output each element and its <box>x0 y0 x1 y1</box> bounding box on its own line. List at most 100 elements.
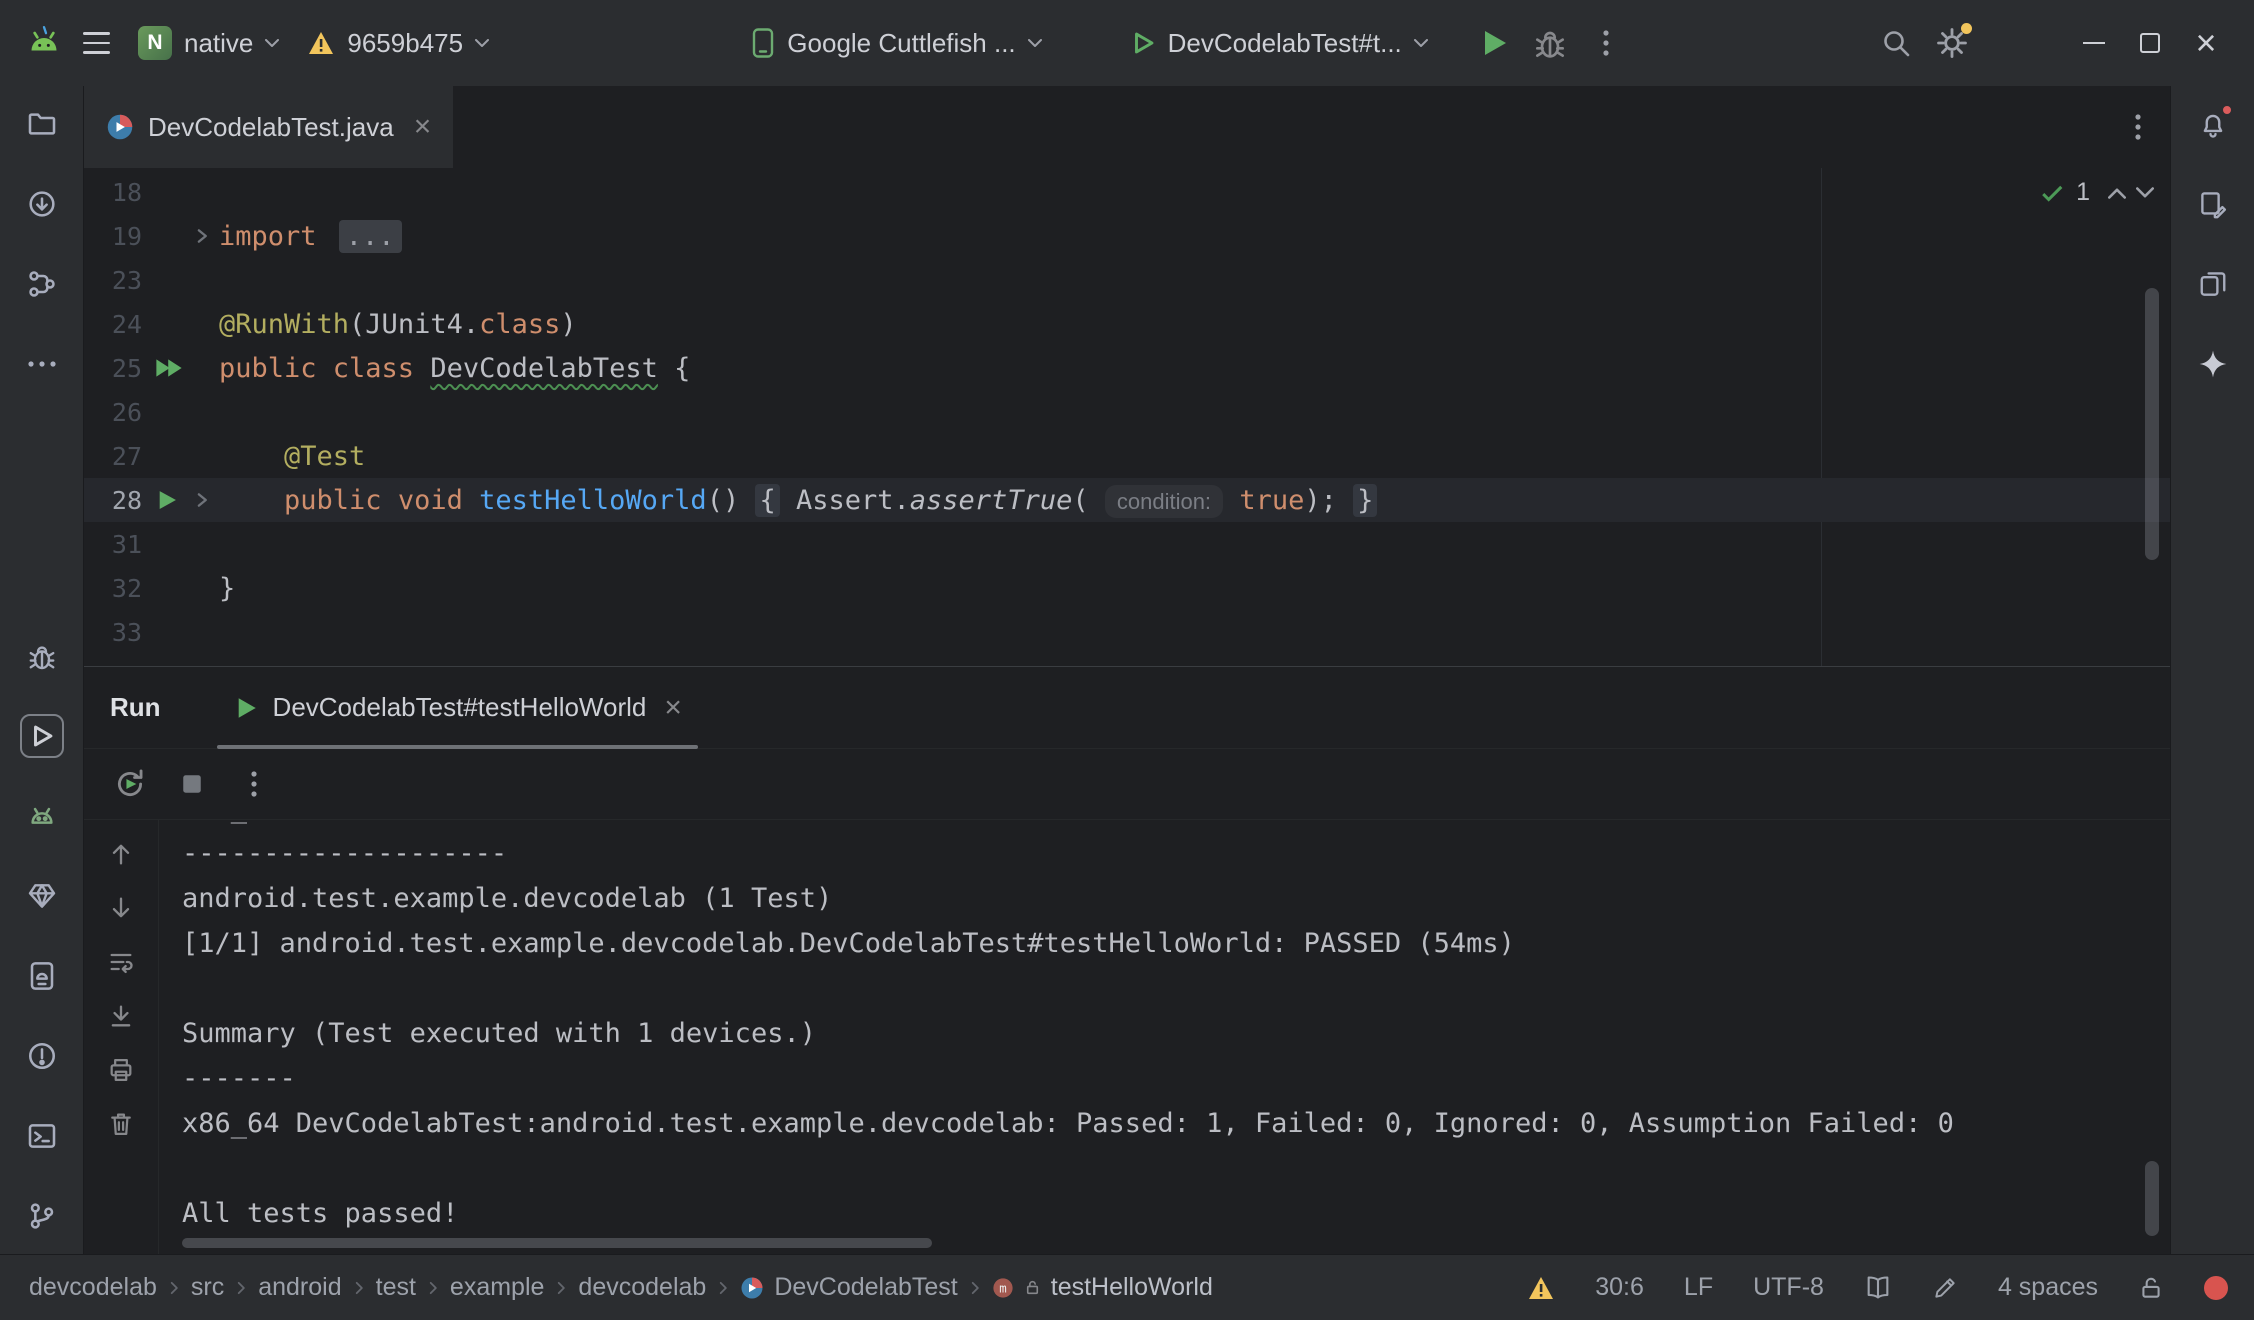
titlebar-center: Google Cuttlefish ... DevCodelabTest#t..… <box>737 15 1633 71</box>
error-notification-dot[interactable] <box>2204 1276 2228 1300</box>
down-stack-icon <box>107 894 135 922</box>
maximize-button[interactable] <box>2122 15 2178 71</box>
debug-button[interactable] <box>1522 15 1578 71</box>
version-control-tool-button[interactable] <box>20 1194 64 1238</box>
search-everywhere-button[interactable] <box>1868 15 1924 71</box>
line-separator[interactable]: LF <box>1684 1273 1713 1302</box>
editor-scrollbar[interactable] <box>2145 288 2159 560</box>
more-actions-button[interactable] <box>1578 15 1634 71</box>
code-line[interactable]: 28 public void testHelloWorld() { Assert… <box>84 478 2170 522</box>
code-line[interactable]: 31 <box>84 522 2170 566</box>
minimize-button[interactable] <box>2066 15 2122 71</box>
code-line[interactable]: 25public class DevCodelabTest { <box>84 346 2170 390</box>
project-widget[interactable]: N native <box>124 16 293 70</box>
profile-button[interactable] <box>1980 15 2036 71</box>
method-icon: m <box>992 1277 1014 1299</box>
caret-position[interactable]: 30:6 <box>1595 1273 1644 1302</box>
run-tab-play-icon <box>233 695 259 721</box>
running-devices-button[interactable] <box>2191 262 2235 306</box>
app-insights-tool-button[interactable] <box>20 874 64 918</box>
layout-inspector-button[interactable] <box>2191 182 2235 226</box>
next-problem-button[interactable] <box>2136 187 2154 199</box>
console-v-scrollbar[interactable] <box>2145 1161 2159 1236</box>
code-token: import <box>219 221 333 252</box>
main-menu-button[interactable] <box>68 15 124 71</box>
editor[interactable]: 1819import ... 23 24@RunWith(JUnit4.class)… <box>84 168 2170 666</box>
analysis-status-button[interactable] <box>1527 1275 1555 1301</box>
run-tab[interactable]: DevCodelabTest#testHelloWorld × <box>217 667 698 748</box>
scroll-to-end-button[interactable] <box>105 1000 137 1032</box>
notifications-button[interactable] <box>2191 102 2235 146</box>
breadcrumb-item[interactable]: example <box>450 1273 545 1302</box>
console-line: All tests passed! <box>182 1191 2170 1236</box>
console-more-button[interactable] <box>230 760 278 808</box>
code-line[interactable]: 23 <box>84 258 2170 302</box>
code-token: testHelloWorld <box>479 485 707 516</box>
code-line[interactable]: 32} <box>84 566 2170 610</box>
print-button[interactable] <box>105 1054 137 1086</box>
center-column: DevCodelabTest.java × 1819import ... 23 24… <box>84 86 2170 1254</box>
clear-console-icon <box>107 1110 135 1138</box>
soft-wrap-button[interactable] <box>105 946 137 978</box>
code-area[interactable]: 1819import ... 23 24@RunWith(JUnit4.class)… <box>84 170 2170 654</box>
run-gutter-icon[interactable] <box>154 355 184 381</box>
prev-problem-button[interactable] <box>2108 187 2126 199</box>
breadcrumb-item[interactable]: test <box>376 1273 416 1302</box>
down-stack-trace-button[interactable] <box>105 892 137 924</box>
reader-mode-button[interactable] <box>1864 1275 1892 1301</box>
run-tab-label: DevCodelabTest#testHelloWorld <box>273 692 647 723</box>
device-manager-tool-button[interactable] <box>20 954 64 998</box>
run-tab-close-icon[interactable]: × <box>664 693 682 723</box>
close-button[interactable]: × <box>2178 15 2234 71</box>
breadcrumb-item[interactable]: devcodelab <box>29 1273 157 1302</box>
indent-style[interactable]: 4 spaces <box>1998 1273 2098 1302</box>
breadcrumb-separator-icon <box>234 1280 248 1296</box>
code-line[interactable]: 26 <box>84 390 2170 434</box>
code-line[interactable]: 18 <box>84 170 2170 214</box>
more-tool-windows-button[interactable] <box>20 342 64 386</box>
fold-chevron-icon[interactable] <box>192 490 212 510</box>
highlighting-level-button[interactable] <box>1932 1275 1958 1301</box>
breadcrumb-item[interactable]: DevCodelabTest <box>774 1273 957 1302</box>
tab-close-icon[interactable]: × <box>414 112 432 142</box>
code-line[interactable]: 33 <box>84 610 2170 654</box>
problems-tool-button[interactable] <box>20 1034 64 1078</box>
run-tool-button[interactable] <box>20 714 64 758</box>
run-button[interactable] <box>1466 15 1522 71</box>
code-line[interactable]: 19import ... <box>84 214 2170 258</box>
stop-button[interactable] <box>168 760 216 808</box>
console-output[interactable]: x86_64 DevCodelabTest-------------------… <box>182 820 2170 1236</box>
commit-tool-button[interactable] <box>20 182 64 226</box>
editor-tab[interactable]: DevCodelabTest.java × <box>84 86 453 168</box>
device-selector[interactable]: Google Cuttlefish ... <box>737 17 1055 69</box>
terminal-tool-button[interactable] <box>20 1114 64 1158</box>
breadcrumb-item[interactable]: devcodelab <box>578 1273 706 1302</box>
rerun-button[interactable] <box>106 760 154 808</box>
breadcrumb-item[interactable]: testHelloWorld <box>1051 1273 1213 1302</box>
project-tool-button[interactable] <box>20 102 64 146</box>
statusbar: devcodelab src android test example devcodela… <box>0 1254 2254 1320</box>
code-line[interactable]: 24@RunWith(JUnit4.class) <box>84 302 2170 346</box>
logcat-tool-button[interactable] <box>20 794 64 838</box>
settings-button[interactable] <box>1924 15 1980 71</box>
run-gutter-icon[interactable] <box>154 487 180 513</box>
run-configuration-selector[interactable]: DevCodelabTest#t... <box>1116 18 1442 69</box>
fold-chevron-icon[interactable] <box>192 226 212 246</box>
line-number: 24 <box>84 310 142 339</box>
breadcrumb-item[interactable]: src <box>191 1273 224 1302</box>
tab-options-button[interactable] <box>2134 111 2142 143</box>
code-line[interactable]: 27 @Test <box>84 434 2170 478</box>
gemini-button[interactable] <box>2191 342 2235 386</box>
print-icon <box>107 1056 135 1084</box>
debug-tool-button[interactable] <box>20 634 64 678</box>
up-stack-trace-button[interactable] <box>105 838 137 870</box>
file-encoding[interactable]: UTF-8 <box>1753 1273 1824 1302</box>
file-lock-button[interactable] <box>2138 1275 2164 1301</box>
line-number: 23 <box>84 266 142 295</box>
vcs-widget[interactable]: 9659b475 <box>293 18 503 69</box>
structure-tool-button[interactable] <box>20 262 64 306</box>
console-h-scrollbar[interactable] <box>182 1238 932 1248</box>
clear-console-button[interactable] <box>105 1108 137 1140</box>
breadcrumb-item[interactable]: android <box>258 1273 341 1302</box>
console-viewport[interactable]: x86_64 DevCodelabTest-------------------… <box>159 820 2170 1254</box>
